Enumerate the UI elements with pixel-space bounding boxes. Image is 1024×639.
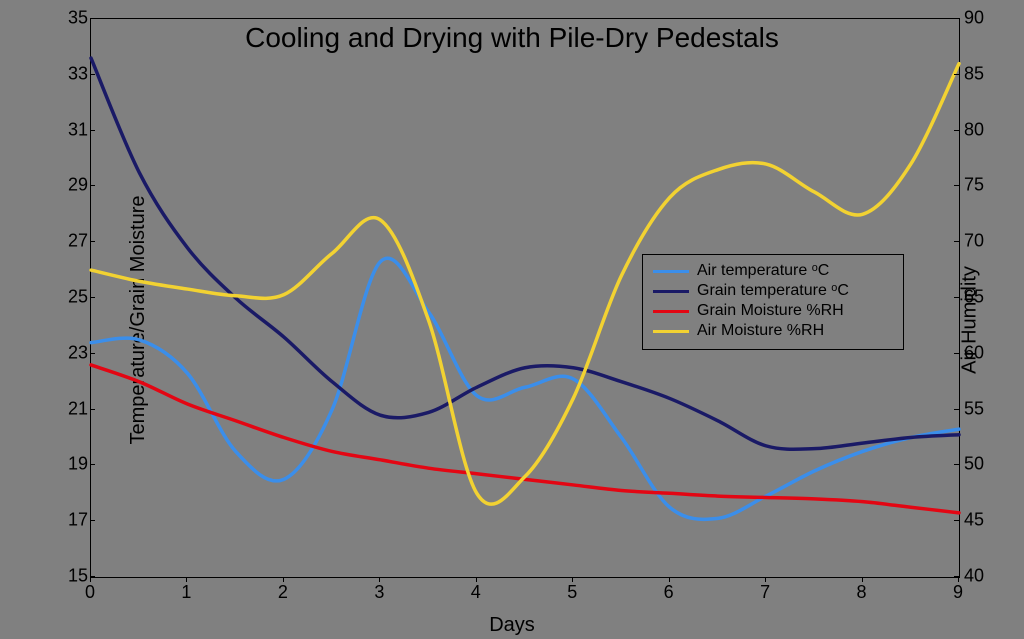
tick-mark <box>572 577 573 582</box>
tick-mark <box>186 577 187 582</box>
tick-mark <box>90 241 95 242</box>
tick-label: 4 <box>466 582 486 603</box>
tick-mark <box>954 520 959 521</box>
tick-label: 17 <box>58 510 88 531</box>
tick-mark <box>954 241 959 242</box>
tick-label: 65 <box>964 287 994 308</box>
tick-label: 55 <box>964 398 994 419</box>
tick-label: 3 <box>369 582 389 603</box>
tick-label: 7 <box>755 582 775 603</box>
legend: Air temperature ᵒC Grain temperature ᵒC … <box>642 254 904 350</box>
tick-label: 23 <box>58 342 88 363</box>
tick-mark <box>90 464 95 465</box>
legend-swatch <box>653 310 689 313</box>
tick-label: 8 <box>852 582 872 603</box>
tick-mark <box>954 130 959 131</box>
tick-mark <box>90 130 95 131</box>
legend-item-grain-temp: Grain temperature ᵒC <box>653 281 893 301</box>
tick-mark <box>90 577 91 582</box>
tick-label: 9 <box>948 582 968 603</box>
tick-label: 40 <box>964 566 994 587</box>
tick-label: 21 <box>58 398 88 419</box>
tick-mark <box>90 74 95 75</box>
tick-mark <box>954 297 959 298</box>
legend-item-air-moisture: Air Moisture %RH <box>653 321 893 341</box>
tick-mark <box>90 297 95 298</box>
tick-label: 27 <box>58 231 88 252</box>
tick-label: 31 <box>58 119 88 140</box>
tick-mark <box>954 464 959 465</box>
tick-mark <box>283 577 284 582</box>
legend-swatch <box>653 270 689 273</box>
tick-label: 29 <box>58 175 88 196</box>
legend-item-grain-moisture: Grain Moisture %RH <box>653 301 893 321</box>
tick-mark <box>476 577 477 582</box>
tick-mark <box>862 577 863 582</box>
legend-label: Grain Moisture %RH <box>697 302 844 320</box>
tick-label: 80 <box>964 119 994 140</box>
tick-label: 6 <box>659 582 679 603</box>
tick-label: 85 <box>964 63 994 84</box>
tick-label: 1 <box>176 582 196 603</box>
tick-label: 0 <box>80 582 100 603</box>
tick-mark <box>669 577 670 582</box>
chart-container: Cooling and Drying with Pile-Dry Pedesta… <box>0 0 1024 639</box>
legend-item-air-temp: Air temperature ᵒC <box>653 261 893 281</box>
legend-label: Air Moisture %RH <box>697 322 824 340</box>
tick-mark <box>90 185 95 186</box>
x-axis-label: Days <box>0 614 1024 637</box>
legend-label: Grain temperature ᵒC <box>697 282 849 300</box>
tick-mark <box>90 353 95 354</box>
tick-mark <box>954 18 959 19</box>
tick-label: 60 <box>964 342 994 363</box>
tick-label: 70 <box>964 231 994 252</box>
tick-label: 75 <box>964 175 994 196</box>
tick-mark <box>765 577 766 582</box>
tick-label: 45 <box>964 510 994 531</box>
legend-label: Air temperature ᵒC <box>697 262 829 280</box>
tick-label: 50 <box>964 454 994 475</box>
tick-mark <box>954 353 959 354</box>
tick-mark <box>90 18 95 19</box>
tick-mark <box>954 409 959 410</box>
tick-mark <box>958 577 959 582</box>
tick-mark <box>954 74 959 75</box>
tick-label: 33 <box>58 63 88 84</box>
tick-mark <box>90 409 95 410</box>
tick-label: 35 <box>58 8 88 29</box>
tick-label: 2 <box>273 582 293 603</box>
legend-swatch <box>653 330 689 333</box>
tick-label: 5 <box>562 582 582 603</box>
tick-label: 19 <box>58 454 88 475</box>
tick-mark <box>90 520 95 521</box>
tick-mark <box>954 185 959 186</box>
tick-label: 90 <box>964 8 994 29</box>
tick-label: 25 <box>58 287 88 308</box>
legend-swatch <box>653 290 689 293</box>
tick-mark <box>379 577 380 582</box>
